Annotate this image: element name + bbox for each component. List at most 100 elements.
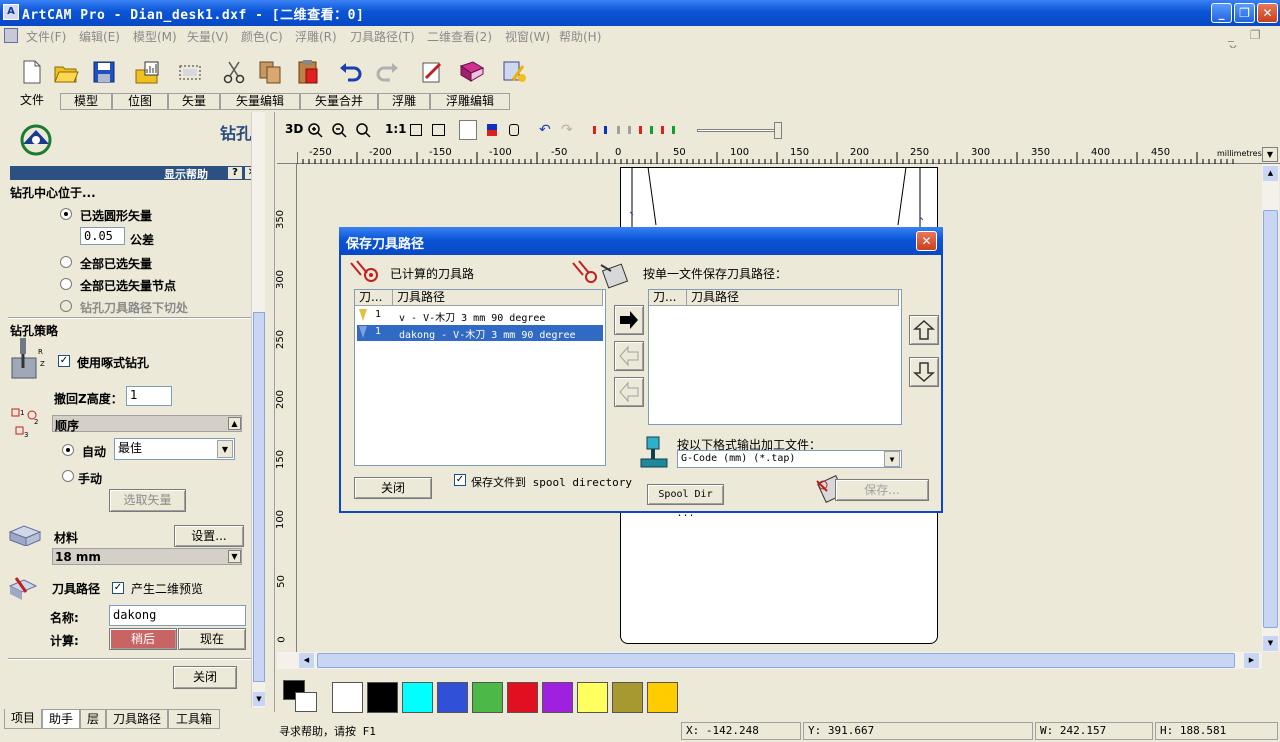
move-up-button[interactable] [909,315,939,345]
view-mode-a-icon[interactable] [459,120,477,140]
redo-icon[interactable] [374,58,402,86]
hscroll-thumb[interactable] [317,653,1235,668]
paste-icon[interactable] [294,58,322,86]
dropdown-arrow-icon[interactable]: ▼ [884,451,900,467]
tab-toolpaths[interactable]: 刀具路径 [106,709,168,729]
color-swatch-green[interactable] [472,682,503,713]
dialog-close-btn[interactable]: 关闭 [354,477,432,499]
column-toolpath[interactable]: 刀具路径 [687,290,899,306]
expand-icon[interactable]: ▼ [228,550,241,563]
tab-vector-merge[interactable]: 矢量合并 [300,93,378,110]
menu-2dview[interactable]: 二维查看(2) [427,28,492,45]
menu-vector[interactable]: 矢量(V) [187,28,229,45]
layer-toggle-a-icon[interactable] [593,126,607,134]
zoom-slider-track[interactable] [697,129,779,132]
tab-relief[interactable]: 浮雕 [378,93,430,110]
tab-vector[interactable]: 矢量 [168,93,220,110]
menu-model[interactable]: 模型(M) [133,28,177,45]
show-help-link[interactable]: 显示帮助 [164,166,208,182]
zoom-box-icon[interactable] [432,124,445,136]
menu-edit[interactable]: 编辑(E) [79,28,120,45]
save-toolpath-list[interactable]: 刀... 刀具路径 [648,289,902,425]
material-setup-button[interactable]: 设置... [174,525,244,547]
ruler-menu-icon[interactable]: ▼ [1262,147,1278,162]
menu-toolpath[interactable]: 刀具路径(T) [350,28,415,45]
new-file-icon[interactable] [18,58,46,86]
zoom-out-icon[interactable] [331,122,347,138]
help-question-button[interactable]: ? [228,167,242,179]
tab-bitmap[interactable]: 位图 [112,93,168,110]
list-item[interactable]: 1 v - V-木刀 3 mm 90 degree [357,308,603,324]
tab-assistant[interactable]: 助手 [42,709,80,729]
calc-now-button[interactable]: 现在 [178,628,246,650]
auto-order-radio[interactable] [62,444,74,456]
color-swatch-cyan[interactable] [402,682,433,713]
minimize-button[interactable]: _ [1211,3,1232,23]
tab-project[interactable]: 项目 [4,709,42,729]
dialog-close-button[interactable]: ✕ [916,231,937,251]
remove-toolpath-button[interactable] [614,341,644,371]
list-item-selected[interactable]: 1 dakong - V-木刀 3 mm 90 degree [357,325,603,341]
tab-layers[interactable]: 层 [80,709,106,729]
collapse-icon[interactable]: ▲ [228,417,241,430]
manual-order-radio[interactable] [62,470,74,482]
save-button[interactable]: 保存... [835,479,929,501]
view-redo-icon[interactable]: ↷ [561,122,573,138]
scroll-down-icon[interactable]: ▼ [1263,636,1278,651]
maximize-button[interactable]: ❐ [1234,3,1255,23]
menu-window[interactable]: 视窗(W) [505,28,550,45]
spool-dir-button[interactable]: Spool Dir ... [647,484,724,519]
color-swatch-red[interactable] [507,682,538,713]
tab-file[interactable]: 文件 [4,93,60,110]
calc-later-button[interactable]: 稍后 [109,628,177,650]
panel-scrollbar[interactable]: ▼ [251,112,265,708]
copy-icon[interactable] [256,58,284,86]
select-vectors-button[interactable]: 选取矢量 [109,489,186,512]
material-thickness-bar[interactable]: 18 mm ▼ [52,548,242,565]
panel-scroll-down-icon[interactable]: ▼ [253,692,265,706]
column-tool[interactable]: 刀... [355,290,393,306]
column-tool[interactable]: 刀... [649,290,687,306]
zoom-slider-thumb[interactable] [774,122,782,139]
cut-icon[interactable] [220,58,248,86]
edit-notes-icon[interactable] [418,58,446,86]
view-undo-icon[interactable]: ↶ [539,122,551,138]
retract-input[interactable]: 1 [126,386,172,406]
undo-icon[interactable] [336,58,364,86]
dropdown-arrow-icon[interactable]: ▼ [217,440,233,458]
view-mode-c-icon[interactable] [509,124,519,136]
open-folder-icon[interactable] [52,58,80,86]
output-format-select[interactable]: G-Code (mm) (*.tap) ▼ [677,450,902,468]
toolpath-name-input[interactable]: dakong [109,605,246,626]
scroll-up-icon[interactable]: ▲ [1263,166,1278,181]
all-selected-radio[interactable] [60,256,72,268]
color-swatch-white[interactable] [332,682,363,713]
panel-close-button[interactable]: 关闭 [173,666,237,689]
all-nodes-radio[interactable] [60,278,72,290]
layer-toggle-b-icon[interactable] [617,126,631,134]
import-bitmap-icon[interactable] [133,58,161,86]
peck-drill-checkbox[interactable]: ✓ [58,355,70,367]
zoom-in-icon[interactable] [307,122,323,138]
tab-toolbox[interactable]: 工具箱 [168,709,220,729]
view-3d-button[interactable]: 3D [285,122,303,136]
zoom-page-icon[interactable] [410,124,422,136]
remove-all-button[interactable] [614,377,644,407]
zoom-fit-icon[interactable] [355,122,371,138]
save-icon[interactable] [90,58,118,86]
preview-checkbox[interactable]: ✓ [112,582,124,594]
close-window-button[interactable]: ✕ [1257,3,1278,23]
wizard-icon[interactable] [500,58,528,86]
scroll-right-icon[interactable]: ▶ [1244,653,1259,668]
move-down-button[interactable] [909,357,939,387]
scroll-left-icon[interactable]: ◀ [299,653,314,668]
panel-scroll-thumb[interactable] [253,312,265,682]
vscroll-thumb[interactable] [1263,210,1278,628]
menu-color[interactable]: 颜色(C) [241,28,283,45]
help-book-icon[interactable] [458,58,486,86]
menu-file[interactable]: 文件(F) [26,28,66,45]
column-toolpath[interactable]: 刀具路径 [393,290,603,306]
canvas-hscroll[interactable]: ◀ ▶ [277,652,1262,669]
color-swatch-blue[interactable] [437,682,468,713]
add-toolpath-button[interactable] [614,305,644,335]
